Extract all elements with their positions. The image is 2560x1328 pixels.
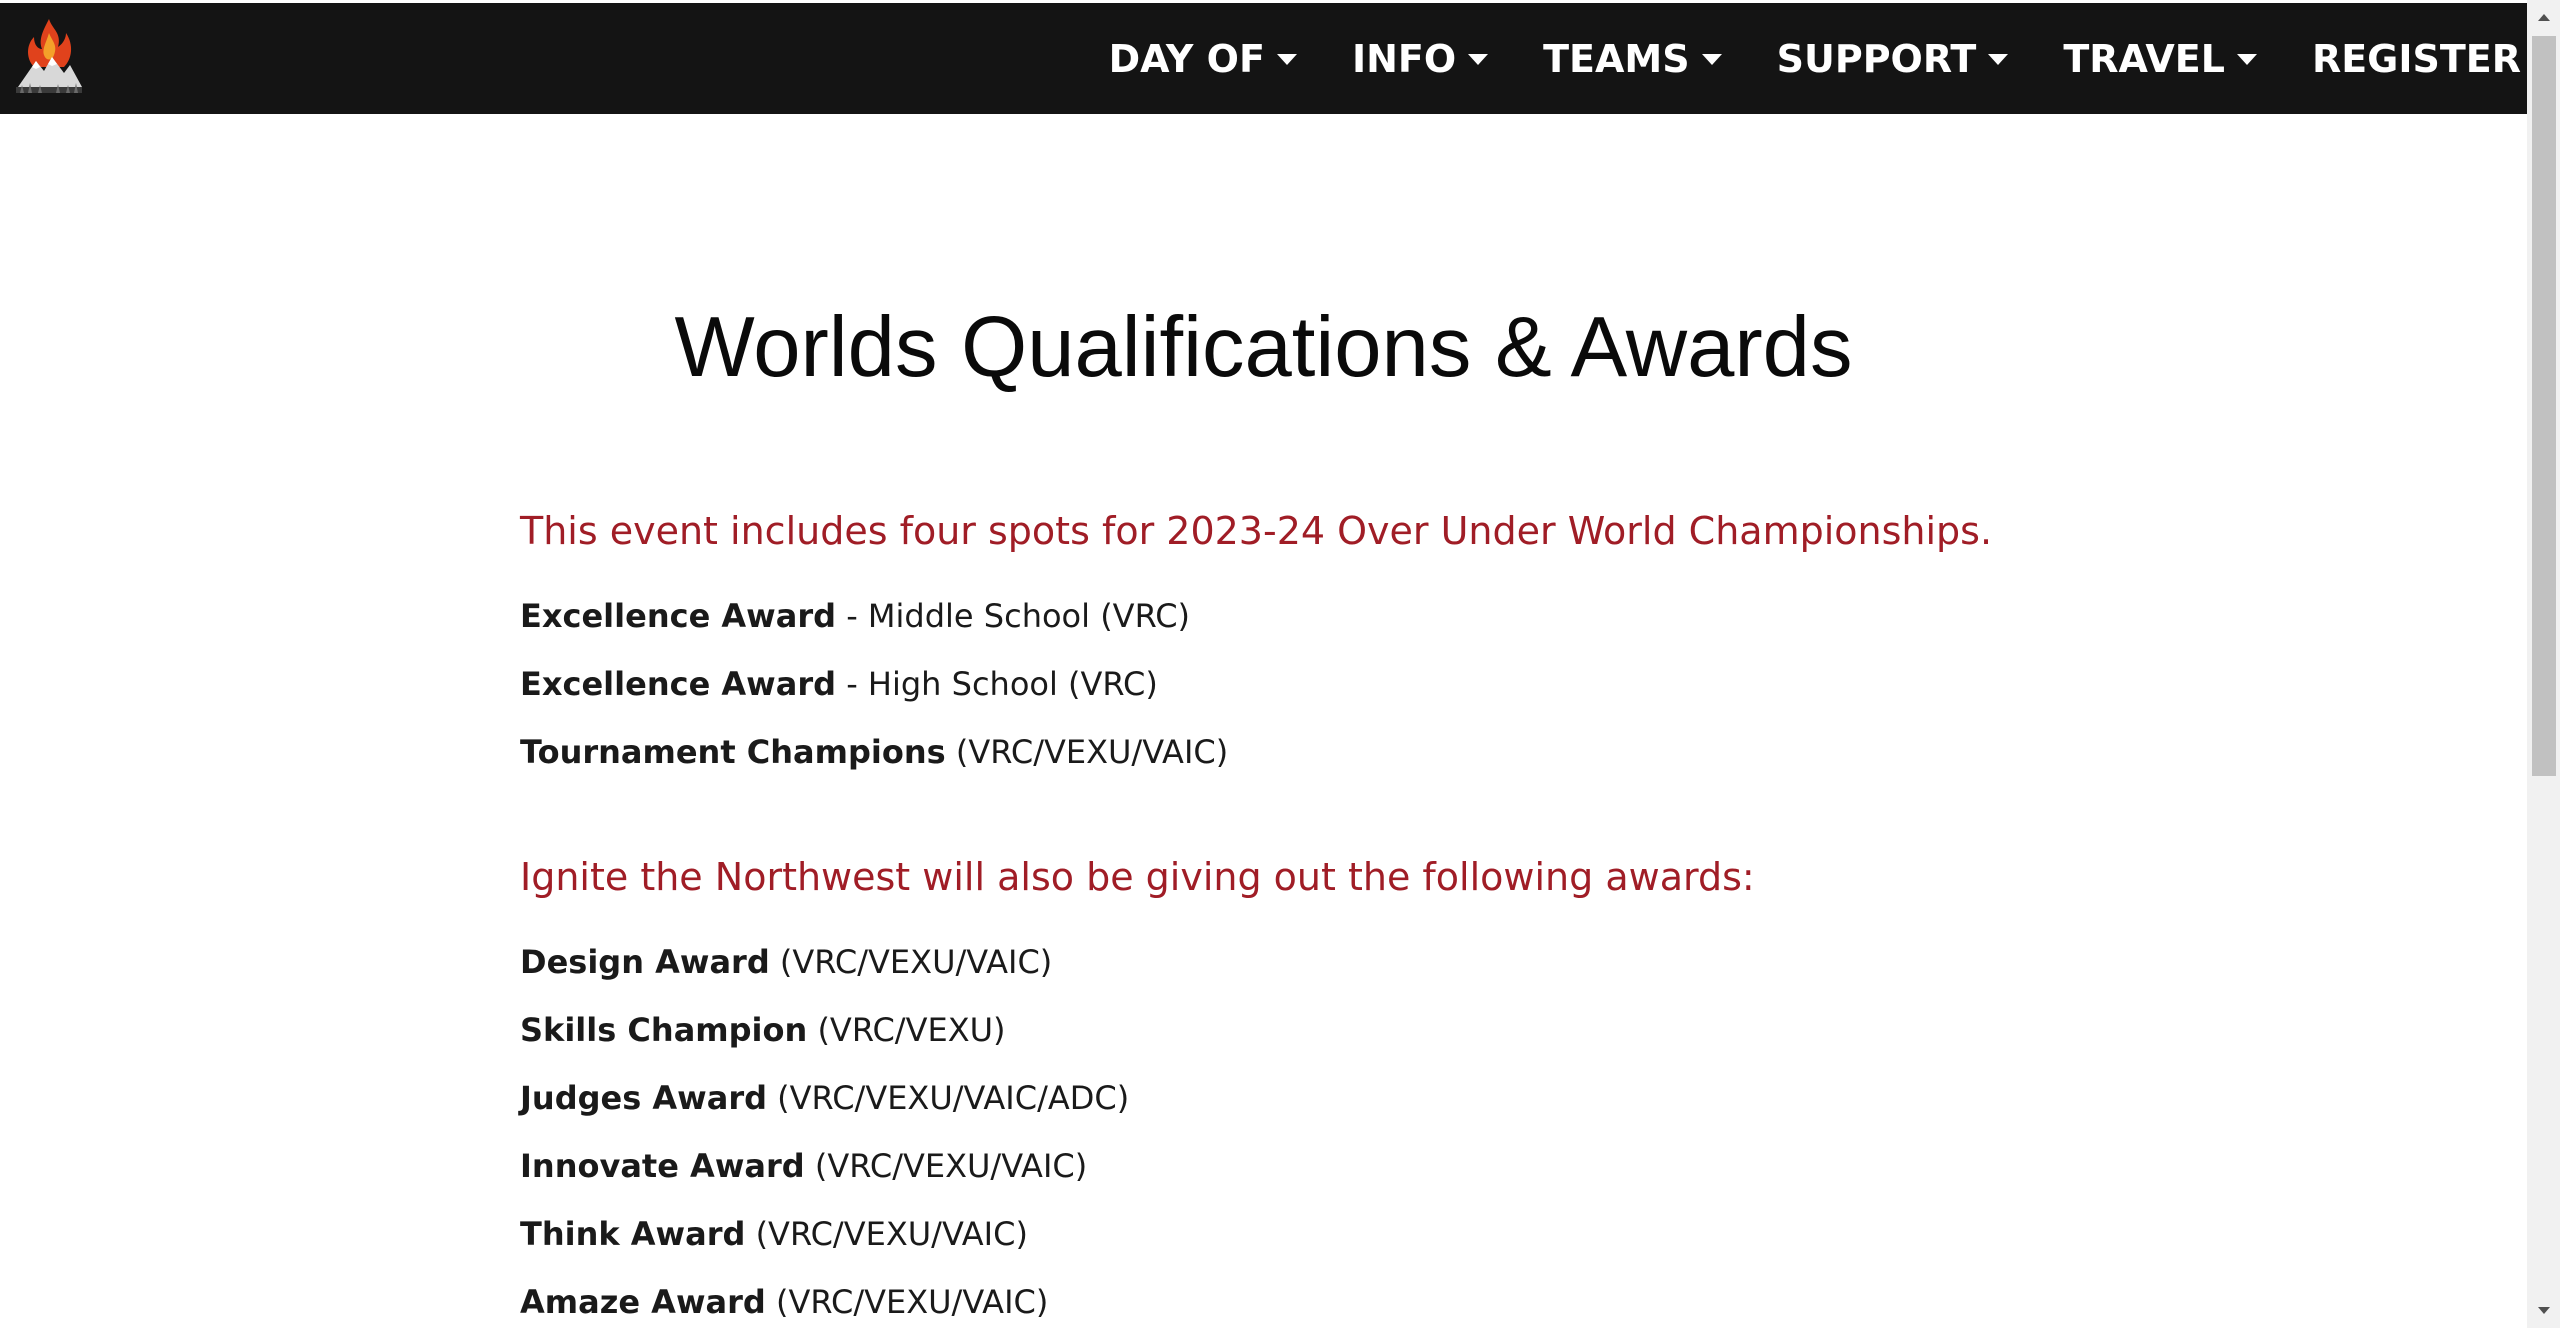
caret-down-icon <box>2236 54 2257 65</box>
nav-item-teams[interactable]: TEAMS <box>1543 36 1722 81</box>
main-content: This event includes four spots for 2023-… <box>520 500 2320 1328</box>
section-heading-other-awards: Ignite the Northwest will also be giving… <box>520 855 1755 899</box>
browser-viewport: DAY OF INFO TEAMS SUPPORT TRAVEL REGISTE… <box>0 0 2560 1328</box>
award-detail: - Middle School (VRC) <box>836 597 1191 635</box>
list-item: Skills Champion (VRC/VEXU) <box>520 996 2320 1064</box>
award-name: Skills Champion <box>520 1011 808 1049</box>
nav-item-info[interactable]: INFO <box>1351 36 1489 81</box>
award-name: Amaze Award <box>520 1283 766 1321</box>
caret-down-icon <box>1701 54 1722 65</box>
nav-item-label: INFO <box>1351 36 1457 81</box>
nav-item-travel[interactable]: TRAVEL <box>2063 37 2257 81</box>
award-name: Excellence Award <box>520 665 837 703</box>
nav-menu: DAY OF INFO TEAMS SUPPORT TRAVEL REGISTE… <box>1054 3 2527 114</box>
award-name: Excellence Award <box>520 597 837 635</box>
list-item: Excellence Award - High School (VRC) <box>520 650 2320 718</box>
nav-item-day-of[interactable]: DAY OF <box>1109 37 1297 81</box>
award-detail: (VRC/VEXU) <box>807 1011 1006 1049</box>
section-heading-worlds-spots: This event includes four spots for 2023-… <box>520 509 1993 553</box>
award-detail: (VRC/VEXU/VAIC) <box>945 733 1229 771</box>
top-navbar: DAY OF INFO TEAMS SUPPORT TRAVEL REGISTE… <box>0 3 2527 114</box>
list-item: Excellence Award - Middle School (VRC) <box>520 582 2320 650</box>
page-title: Worlds Qualifications & Awards <box>674 300 1853 395</box>
site-logo[interactable] <box>12 15 86 97</box>
caret-down-icon <box>1468 54 1489 65</box>
vertical-scrollbar[interactable] <box>2527 0 2560 1328</box>
award-detail: (VRC/VEXU/VAIC) <box>745 1215 1028 1253</box>
nav-item-label: REGISTER <box>2311 36 2521 81</box>
nav-item-support[interactable]: SUPPORT <box>1777 37 2009 81</box>
scrollbar-thumb[interactable] <box>2532 36 2556 776</box>
award-detail: - High School (VRC) <box>836 665 1158 703</box>
caret-down-icon <box>1276 54 1297 65</box>
award-name: Design Award <box>520 943 770 981</box>
list-item: Design Award (VRC/VEXU/VAIC) <box>520 928 2320 996</box>
award-detail: (VRC/VEXU/VAIC) <box>765 1283 1049 1321</box>
list-item: Judges Award (VRC/VEXU/VAIC/ADC) <box>520 1064 2320 1132</box>
award-detail: (VRC/VEXU/VAIC/ADC) <box>767 1079 1130 1117</box>
nav-item-label: TEAMS <box>1543 36 1690 81</box>
award-detail: (VRC/VEXU/VAIC) <box>769 943 1053 981</box>
worlds-award-list: Excellence Award - Middle School (VRC) E… <box>520 582 2320 786</box>
list-item: Amaze Award (VRC/VEXU/VAIC) <box>520 1268 2320 1328</box>
award-name: Think Award <box>520 1215 746 1253</box>
scroll-up-arrow-icon[interactable] <box>2527 0 2560 34</box>
other-award-list: Design Award (VRC/VEXU/VAIC) Skills Cham… <box>520 928 2320 1328</box>
nav-item-register[interactable]: REGISTER <box>2312 37 2521 81</box>
list-item: Think Award (VRC/VEXU/VAIC) <box>520 1200 2320 1268</box>
list-item: Tournament Champions (VRC/VEXU/VAIC) <box>520 718 2320 786</box>
page: DAY OF INFO TEAMS SUPPORT TRAVEL REGISTE… <box>0 0 2527 1328</box>
award-name: Innovate Award <box>520 1147 805 1185</box>
award-name: Judges Award <box>520 1079 767 1117</box>
nav-item-label: SUPPORT <box>1776 36 1977 81</box>
award-name: Tournament Champions <box>520 733 946 771</box>
scroll-down-arrow-icon[interactable] <box>2527 1294 2560 1328</box>
caret-down-icon <box>1988 54 2009 65</box>
list-item: Innovate Award (VRC/VEXU/VAIC) <box>520 1132 2320 1200</box>
award-detail: (VRC/VEXU/VAIC) <box>804 1147 1088 1185</box>
flame-mountain-logo-icon <box>16 19 82 93</box>
nav-item-label: TRAVEL <box>2063 36 2225 81</box>
nav-item-label: DAY OF <box>1108 36 1265 81</box>
